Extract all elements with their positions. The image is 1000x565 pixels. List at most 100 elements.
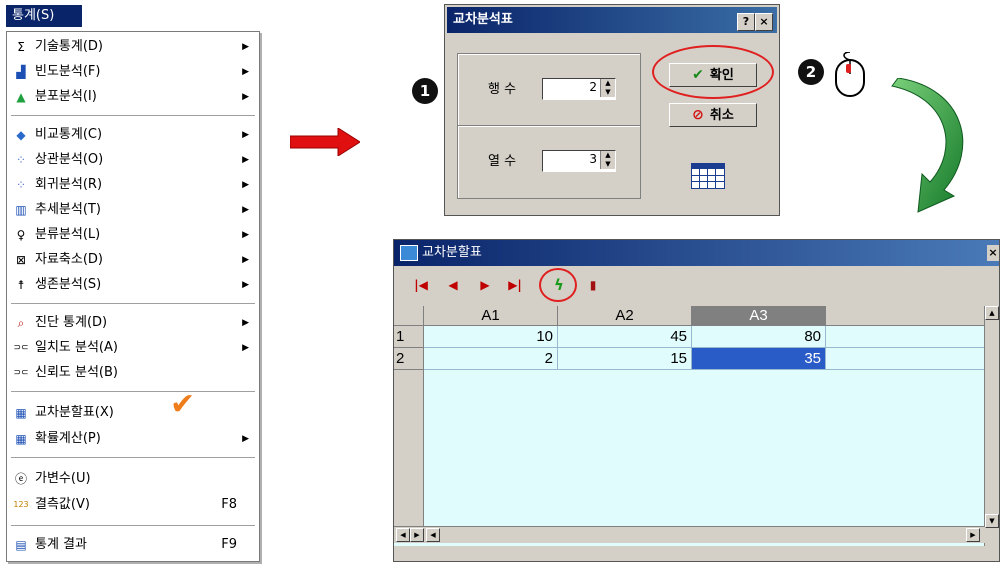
table-cell[interactable]: 2 <box>424 348 558 370</box>
window-app-icon <box>400 245 418 261</box>
table-cell[interactable] <box>826 348 985 370</box>
submenu-arrow-icon: ▶ <box>242 205 249 215</box>
bar-chart-icon: ▟ <box>16 65 26 79</box>
run-highlight-ellipse <box>539 268 577 302</box>
first-record-icon[interactable]: |◀ <box>412 276 430 294</box>
menu-item-missing-value[interactable]: 123 결측값(V) F8 <box>7 494 259 516</box>
menu-item-label: 신뢰도 분석(B) <box>35 365 118 380</box>
probability-icon: ▦ <box>15 432 27 446</box>
menu-item-compare[interactable]: ◆ 비교통계(C) ▶ <box>7 124 259 146</box>
scroll-first-icon[interactable]: ◀ <box>396 528 410 542</box>
menu-item-probability[interactable]: ▦ 확률계산(P) ▶ <box>7 428 259 450</box>
rows-spinner[interactable]: 2 ▲ ▼ <box>542 78 616 100</box>
row-header-empty <box>394 370 424 526</box>
table-cell[interactable]: 80 <box>692 326 826 348</box>
menu-item-label: 비교통계(C) <box>35 127 103 142</box>
submenu-arrow-icon: ▶ <box>242 318 249 328</box>
column-header-selected[interactable]: A3 <box>692 306 826 326</box>
menu-item-label: 기술통계(D) <box>35 39 103 54</box>
spinner-arrows-icon[interactable]: ▲ ▼ <box>600 79 615 97</box>
menu-item-agreement[interactable]: ⊃⊂ 일치도 분석(A) ▶ <box>7 337 259 359</box>
scroll-right-icon[interactable]: ▶ <box>966 528 980 542</box>
scroll-down-icon[interactable]: ▼ <box>985 514 999 528</box>
window-close-button[interactable]: × <box>987 245 999 261</box>
cols-spinner[interactable]: 3 ▲ ▼ <box>542 150 616 172</box>
table-cell[interactable]: 45 <box>558 326 692 348</box>
scroll-next-sheet-icon[interactable]: ▶ <box>410 528 424 542</box>
submenu-arrow-icon: ▶ <box>242 280 249 290</box>
table-cell[interactable]: 10 <box>424 326 558 348</box>
exit-door-icon[interactable]: ▮ <box>584 276 602 294</box>
crosstab-icon: ▦ <box>15 406 27 420</box>
column-header[interactable]: A2 <box>558 306 692 326</box>
table-cell-selected[interactable]: 35 <box>692 348 826 370</box>
crosstab-dialog: 교차분석표 ? × 행 수 2 ▲ ▼ 열 수 3 ▲ ▼ ✔ 확인 ⊘ 취소 <box>444 4 780 216</box>
last-record-icon[interactable]: ▶| <box>506 276 524 294</box>
diagnostic-icon: ⌕ <box>17 316 25 330</box>
menu-item-survival[interactable]: ☨ 생존분석(S) ▶ <box>7 274 259 296</box>
close-button[interactable]: × <box>755 13 773 31</box>
rows-value: 2 <box>589 80 597 94</box>
cancel-button[interactable]: ⊘ 취소 <box>669 103 757 127</box>
row-header[interactable]: 2 <box>394 348 424 370</box>
nav-toolbar: |◀ ◀ ▶ ▶| ϟ ▮ <box>394 268 999 302</box>
missing-value-icon: 123 <box>13 500 29 509</box>
regression-icon: ⁘ <box>15 178 27 192</box>
table-cell[interactable] <box>826 326 985 348</box>
shortcut-f9: F9 <box>221 537 237 552</box>
menu-item-results[interactable]: ▤ 통계 결과 F9 <box>7 534 259 556</box>
submenu-arrow-icon: ▶ <box>242 180 249 190</box>
menu-item-diagnostic[interactable]: ⌕ 진단 통계(D) ▶ <box>7 312 259 334</box>
trend-icon: ▥ <box>15 203 27 217</box>
menu-item-frequency[interactable]: ▟ 빈도분석(F) ▶ <box>7 61 259 83</box>
next-record-icon[interactable]: ▶ <box>476 276 494 294</box>
data-grid[interactable]: A1 A2 A3 1 10 45 80 2 2 15 35 <box>394 306 999 546</box>
rows-label: 행 수 <box>488 82 517 97</box>
submenu-arrow-icon: ▶ <box>242 434 249 444</box>
menu-item-label: 확률계산(P) <box>35 431 101 446</box>
dialog-title-text: 교차분석표 <box>453 12 513 27</box>
scroll-left-icon[interactable]: ◀ <box>426 528 440 542</box>
prev-record-icon[interactable]: ◀ <box>444 276 462 294</box>
step-1-marker: 1 <box>412 78 438 104</box>
menu-item-distribution[interactable]: ▲ 분포분석(I) ▶ <box>7 86 259 108</box>
menu-item-reliability[interactable]: ⊃⊂ 신뢰도 분석(B) <box>7 362 259 384</box>
table-cell[interactable]: 15 <box>558 348 692 370</box>
submenu-arrow-icon: ▶ <box>242 130 249 140</box>
crosstab-window: 교차분할표 × |◀ ◀ ▶ ▶| ϟ ▮ A1 A2 A3 1 10 45 8… <box>393 239 1000 562</box>
menu-item-label: 상관분석(O) <box>35 152 104 167</box>
menu-separator <box>11 457 255 459</box>
menu-item-regression[interactable]: ⁘ 회귀분석(R) ▶ <box>7 174 259 196</box>
menu-item-cluster[interactable]: ♀ 분류분석(L) ▶ <box>7 224 259 246</box>
menu-item-dummy-variable[interactable]: ⓔ 가변수(U) <box>7 468 259 490</box>
menu-item-label: 추세분석(T) <box>35 202 101 217</box>
submenu-arrow-icon: ▶ <box>242 155 249 165</box>
menu-item-label: 자료축소(D) <box>35 252 103 267</box>
variable-icon: ⓔ <box>14 472 27 486</box>
submenu-arrow-icon: ▶ <box>242 67 249 77</box>
vertical-scrollbar[interactable]: ▲ ▼ <box>984 306 999 546</box>
horizontal-scrollbar[interactable]: ◀ ▶ ◀ ▶ <box>394 526 985 543</box>
menu-item-label: 결측값(V) <box>35 497 90 512</box>
scroll-up-icon[interactable]: ▲ <box>985 306 999 320</box>
row-header[interactable]: 1 <box>394 326 424 348</box>
menu-title-statistics[interactable]: 통계(S) <box>6 5 82 27</box>
help-button[interactable]: ? <box>737 13 755 31</box>
menu-separator <box>11 391 255 393</box>
menu-item-reduction[interactable]: ⊠ 자료축소(D) ▶ <box>7 249 259 271</box>
column-header[interactable]: A1 <box>424 306 558 326</box>
menu-item-crosstab[interactable]: ▦ 교차분할표(X) <box>7 402 259 424</box>
menu-item-trend[interactable]: ▥ 추세분석(T) ▶ <box>7 199 259 221</box>
menu-item-label: 가변수(U) <box>35 471 91 486</box>
column-header-empty <box>826 306 985 326</box>
menu-item-descriptive[interactable]: Σ 기술통계(D) ▶ <box>7 36 259 58</box>
window-titlebar: 교차분할표 × <box>394 240 999 266</box>
red-arrow-icon <box>290 128 360 156</box>
submenu-arrow-icon: ▶ <box>242 92 249 102</box>
spinner-arrows-icon[interactable]: ▲ ▼ <box>600 151 615 169</box>
menu-item-correlation[interactable]: ⁘ 상관분석(O) ▶ <box>7 149 259 171</box>
survival-icon: ☨ <box>17 278 25 292</box>
submenu-arrow-icon: ▶ <box>242 255 249 265</box>
sigma-icon: Σ <box>17 40 25 54</box>
cluster-icon: ♀ <box>16 228 26 242</box>
